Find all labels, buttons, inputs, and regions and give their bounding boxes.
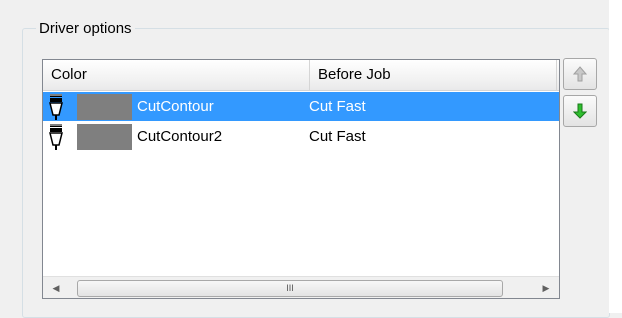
- before-job-value: Cut Fast: [309, 128, 366, 145]
- column-header-before-job[interactable]: Before Job: [310, 60, 557, 90]
- group-label: Driver options: [36, 20, 135, 38]
- list-row[interactable]: CutContour Cut Fast: [43, 92, 559, 121]
- list-header: Color Before Job: [43, 60, 559, 91]
- driver-options-list[interactable]: Color Before Job CutContour Cut Fast Cut…: [42, 59, 560, 299]
- pen-name: CutContour2: [137, 128, 223, 145]
- scrollbar-grip: III: [286, 283, 294, 293]
- pen-name: CutContour: [137, 98, 214, 115]
- color-swatch: [77, 124, 132, 150]
- pen-tool-icon: [49, 124, 63, 150]
- color-swatch: [77, 94, 132, 120]
- pen-tool-icon: [49, 94, 63, 120]
- arrow-down-icon: [573, 103, 587, 119]
- arrow-up-icon: [573, 66, 587, 82]
- scroll-left-icon[interactable]: ◀: [45, 277, 67, 298]
- scrollbar-thumb[interactable]: III: [77, 280, 503, 297]
- horizontal-scrollbar[interactable]: ◀ III ▶: [43, 276, 559, 298]
- move-down-button[interactable]: [563, 95, 597, 127]
- list-row[interactable]: CutContour2 Cut Fast: [43, 122, 559, 151]
- move-up-button[interactable]: [563, 58, 597, 90]
- scroll-right-icon[interactable]: ▶: [535, 277, 557, 298]
- before-job-value: Cut Fast: [309, 98, 366, 115]
- column-header-color[interactable]: Color: [43, 60, 310, 90]
- window-edge: [609, 0, 622, 313]
